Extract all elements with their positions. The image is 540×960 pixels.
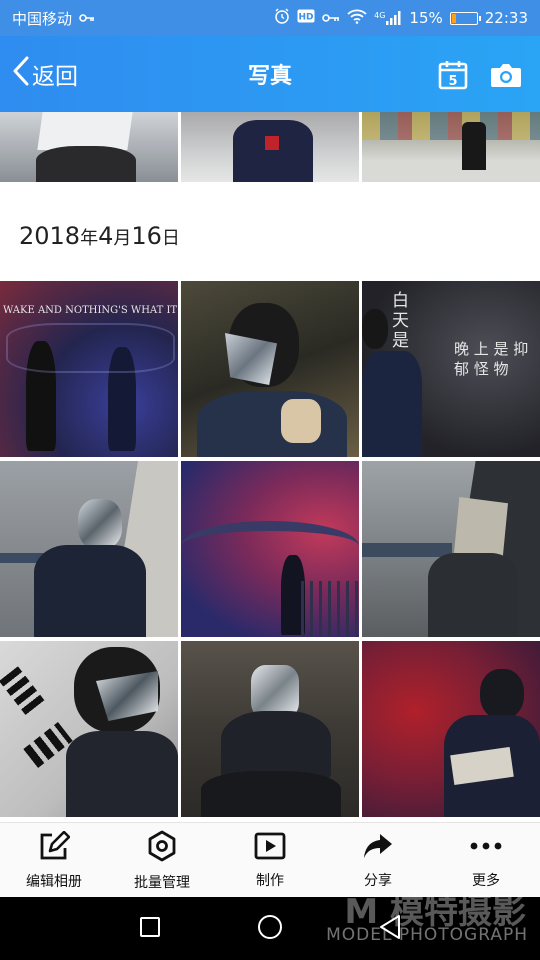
carrier-name: 中国移动: [12, 9, 73, 28]
date-month-unit: 月: [113, 228, 132, 249]
action-label: 制作: [256, 872, 284, 889]
system-nav-bar: [0, 897, 540, 960]
action-label: 更多: [472, 872, 500, 889]
svg-text:5: 5: [448, 74, 457, 89]
key-icon: [79, 9, 95, 27]
bottom-action-bar: 编辑相册 批量管理 制作 分享 更多: [0, 822, 540, 898]
recents-button[interactable]: [130, 909, 170, 949]
network-type-label: 4G: [374, 11, 386, 20]
date-day-unit: 日: [161, 228, 180, 249]
chevron-left-icon: [12, 56, 30, 92]
date-month: 4: [98, 222, 114, 250]
photo-thumbnail[interactable]: [181, 281, 359, 457]
more-dots-icon: [468, 832, 504, 864]
date-year: 2018: [19, 222, 81, 250]
battery-icon: [449, 11, 481, 25]
camera-icon[interactable]: [489, 58, 523, 92]
photo-thumbnail[interactable]: [181, 641, 359, 817]
back-nav-button[interactable]: [370, 909, 410, 949]
edit-icon: [38, 830, 71, 865]
photo-gallery: 2018年4月16日 WAKE AND NOTHING'S WHAT IT 白 …: [0, 112, 540, 822]
back-label: 返回: [32, 64, 78, 90]
photo-thumbnail[interactable]: [0, 641, 178, 817]
share-button[interactable]: 分享: [328, 832, 428, 890]
circle-home-icon: [257, 914, 283, 944]
action-label: 批量管理: [134, 874, 190, 891]
action-label: 分享: [364, 872, 392, 889]
photo-caption-text: WAKE AND NOTHING'S WHAT IT: [3, 305, 178, 316]
photo-thumbnail[interactable]: [181, 112, 359, 182]
battery-percent: 15%: [409, 9, 443, 27]
hd-icon: HD: [297, 9, 315, 27]
photo-thumbnail[interactable]: [0, 112, 178, 182]
photo-thumbnail[interactable]: [181, 461, 359, 637]
photo-thumbnail[interactable]: [362, 641, 540, 817]
signal-icon: 4G: [374, 11, 402, 25]
photo-thumbnail[interactable]: [362, 112, 540, 182]
clock-time: 22:33: [484, 9, 528, 27]
date-year-unit: 年: [80, 228, 99, 249]
status-bar: 中国移动 HD 4G 15% 22:33: [0, 0, 540, 36]
key-icon: [322, 9, 340, 27]
back-button[interactable]: 返回: [12, 54, 78, 94]
play-create-icon: [254, 832, 286, 864]
batch-manage-button[interactable]: 批量管理: [112, 830, 212, 892]
date-group-label: 2018年4月16日: [19, 222, 180, 250]
app-header: 返回 写真 5: [0, 36, 540, 112]
photo-thumbnail[interactable]: [0, 461, 178, 637]
photo-thumbnail[interactable]: [362, 461, 540, 637]
edit-album-button[interactable]: 编辑相册: [4, 830, 104, 891]
action-label: 编辑相册: [26, 873, 82, 890]
triangle-back-icon: [378, 914, 402, 944]
photo-grid: WAKE AND NOTHING'S WHAT IT 白 天 是 桔 笑 突 物…: [0, 281, 540, 817]
photo-thumbnail[interactable]: WAKE AND NOTHING'S WHAT IT: [0, 281, 178, 457]
battery-level-fill: [451, 13, 456, 23]
photo-poem-right: 晚 上 是 抑 郁 怪 物: [454, 340, 529, 378]
share-arrow-icon: [362, 832, 394, 864]
wifi-icon: [347, 8, 367, 28]
more-button[interactable]: 更多: [436, 832, 536, 890]
alarm-icon: [274, 8, 290, 28]
create-button[interactable]: 制作: [220, 832, 320, 890]
square-recents-icon: [139, 916, 161, 942]
date-day: 16: [131, 222, 162, 250]
photo-row-previous: [0, 112, 540, 182]
svg-text:HD: HD: [299, 13, 314, 23]
photo-thumbnail[interactable]: 白 天 是 桔 笑 突 物 晚 上 是 抑 郁 怪 物: [362, 281, 540, 457]
calendar-icon[interactable]: 5: [436, 58, 470, 92]
home-button[interactable]: [250, 909, 290, 949]
hexagon-manage-icon: [146, 830, 178, 866]
